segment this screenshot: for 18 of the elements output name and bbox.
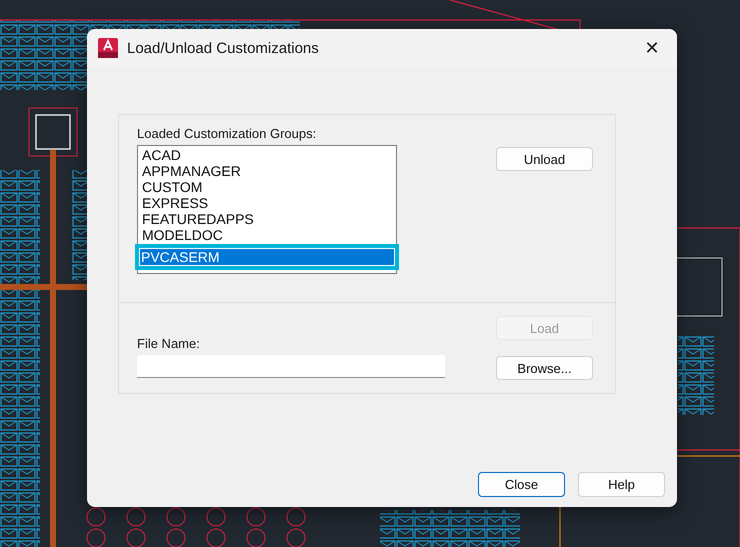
dialog-button[interactable]: Close	[478, 472, 565, 497]
list-item[interactable]: FEATUREDAPPS	[141, 211, 396, 227]
list-label: Loaded Customization Groups:	[137, 126, 318, 141]
list-item[interactable]: CUSTOM	[141, 179, 396, 195]
list-item[interactable]: MODELDOC	[141, 227, 396, 243]
list-item[interactable]: ACAD	[141, 147, 396, 163]
list-item[interactable]: PVCASERM	[140, 249, 394, 265]
customization-list[interactable]: ACAD APPMANAGER CUSTOM EXPRESS FEATUREDAPPS MODELDOC PVCASERM	[137, 145, 397, 274]
window-title: Load/Unload Customizations	[127, 40, 320, 56]
close-button[interactable]: ✕	[637, 33, 667, 63]
file-name-label: File Name:	[137, 336, 201, 351]
list-item[interactable]: APPMANAGER	[141, 163, 396, 179]
browse-button[interactable]: Browse...	[496, 356, 593, 380]
app-logo-icon	[97, 37, 119, 59]
file-name-field[interactable]	[137, 355, 445, 378]
list-item[interactable]: EXPRESS	[141, 195, 396, 211]
dialog-button[interactable]: Help	[578, 472, 665, 497]
unload-button[interactable]: Unload	[496, 147, 593, 171]
